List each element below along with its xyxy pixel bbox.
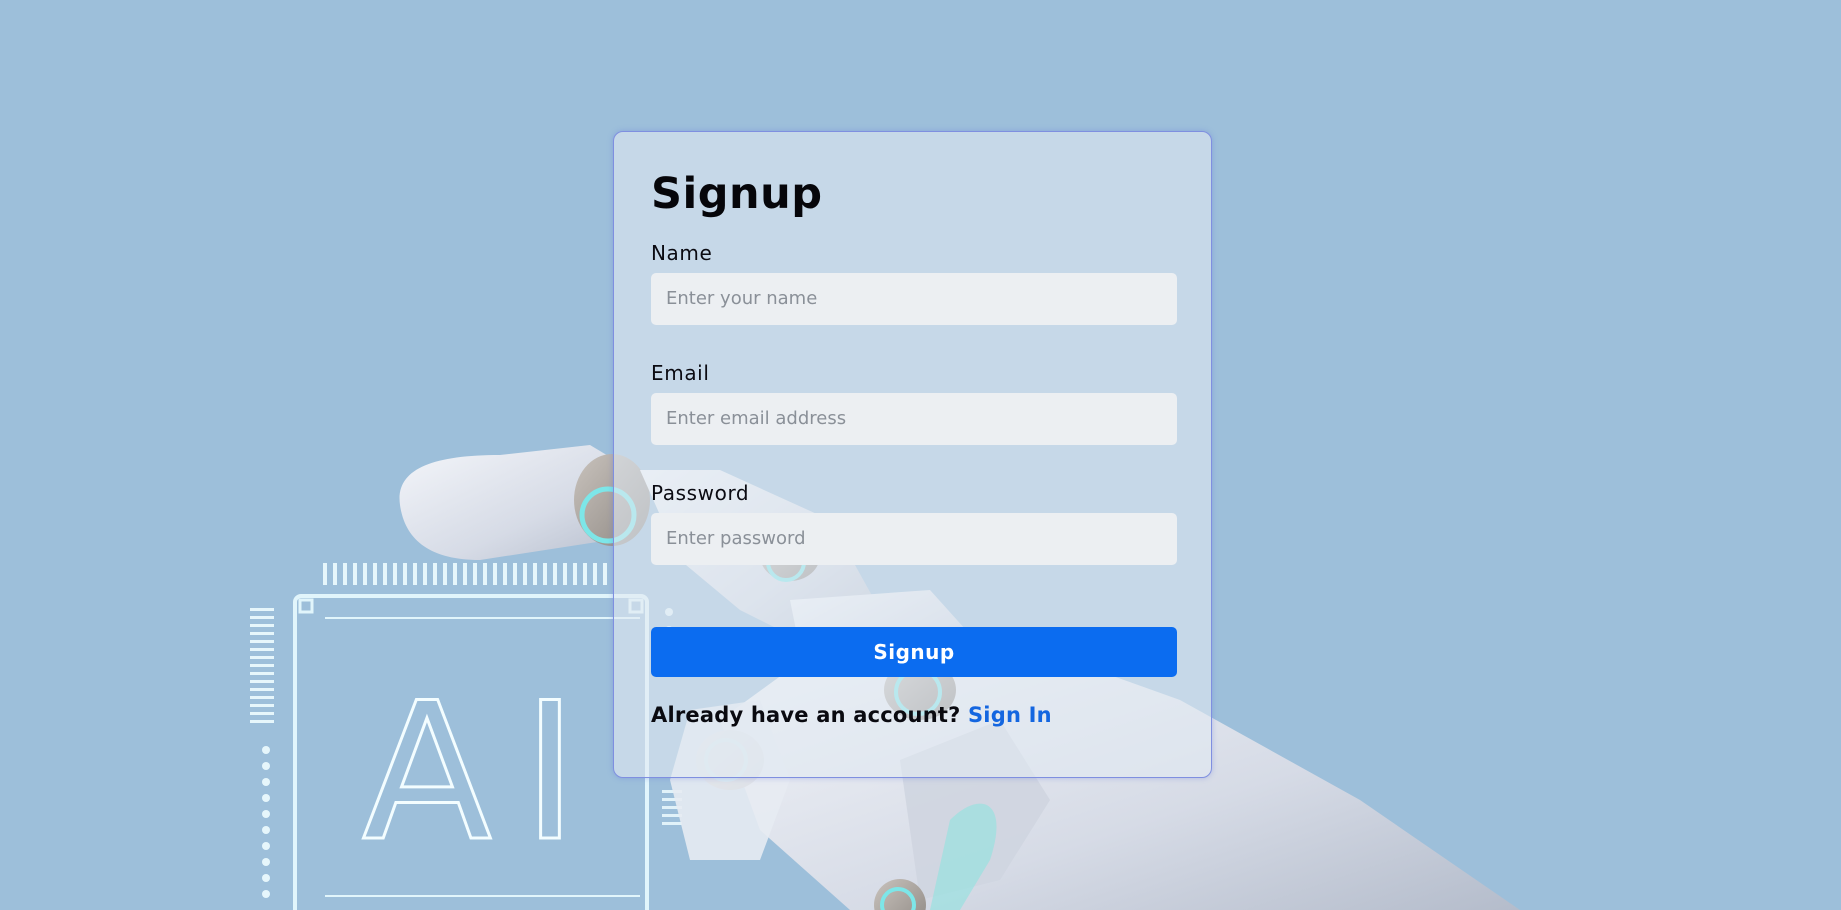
name-field-group: Name bbox=[651, 240, 1177, 325]
signup-button[interactable]: Signup bbox=[651, 626, 1177, 677]
signin-prompt: Already have an account? Sign In bbox=[651, 703, 1174, 727]
signin-link[interactable]: Sign In bbox=[968, 703, 1052, 727]
password-field-group: Password bbox=[651, 480, 1177, 565]
signup-card: Signup Name Email Password Signup Alread… bbox=[613, 131, 1212, 778]
chip-pins-left bbox=[250, 608, 274, 898]
email-input[interactable] bbox=[651, 392, 1177, 445]
email-field-group: Email bbox=[651, 360, 1177, 445]
chip-label: AI bbox=[362, 662, 608, 883]
name-input[interactable] bbox=[651, 272, 1177, 325]
signin-prompt-text: Already have an account? bbox=[651, 702, 961, 727]
name-label: Name bbox=[651, 240, 713, 265]
email-label: Email bbox=[651, 360, 710, 385]
password-input[interactable] bbox=[651, 512, 1177, 565]
password-label: Password bbox=[651, 480, 750, 505]
form-title: Signup bbox=[651, 169, 823, 219]
chip-pins-top bbox=[323, 563, 607, 585]
